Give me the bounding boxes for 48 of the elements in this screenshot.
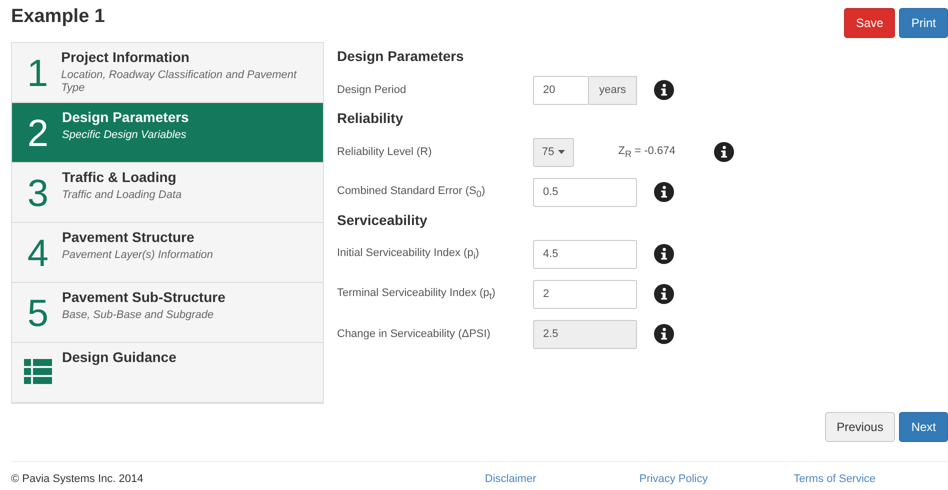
field-label: Terminal Serviceability Index (p$_{t}$) (337, 286, 496, 302)
footer-link[interactable]: Disclaimer (484, 473, 640, 485)
input-field[interactable]: 0.5 (533, 178, 637, 206)
info-icon[interactable] (654, 244, 674, 264)
field-label: Reliability Level (R) (337, 146, 433, 158)
print-button[interactable]: Print (899, 8, 948, 38)
field-label: Combined Standard Error (S$_{0}$) (337, 184, 486, 200)
z-value: Z$_{R}$ = -0.674 (618, 144, 676, 160)
step-subtitle: Location, Roadway Classification and Pavement Type (61, 69, 298, 95)
step-number: 1 (26, 55, 50, 97)
field-label: Change in Serviceability (ΔPSI) (337, 328, 492, 340)
step-title: Project Information (61, 49, 190, 65)
section-heading: Reliability (337, 110, 404, 126)
info-icon[interactable] (654, 324, 674, 344)
info-icon[interactable] (654, 80, 674, 100)
field-label: Design Period (337, 84, 408, 96)
step-subtitle: Base, Sub-Base and Subgrade (62, 309, 215, 322)
section-heading: Design Parameters (337, 48, 465, 64)
previous-button[interactable]: Previous (824, 412, 896, 442)
footer-link[interactable]: Privacy Policy (639, 473, 794, 485)
step-title: Pavement Sub-Structure (62, 289, 226, 305)
info-icon[interactable] (654, 182, 674, 202)
info-icon[interactable] (714, 142, 734, 162)
copyright-text: © Pavia Systems Inc. 2014 (11, 473, 144, 485)
page-title: Example 1 (11, 6, 105, 28)
step-title: Traffic & Loading (62, 169, 178, 185)
section-heading: Serviceability (337, 212, 428, 228)
save-button[interactable]: Save (844, 8, 896, 38)
field-label: Initial Serviceability Index (p$_{i}$) (337, 246, 480, 262)
step-number: 5 (26, 295, 50, 337)
step-title: Design Parameters (62, 109, 189, 125)
step-subtitle: Traffic and Loading Data (62, 189, 182, 202)
step-item[interactable]: 2 Design Parameters Specific Design Variables (12, 103, 323, 163)
step-number: 3 (26, 175, 50, 217)
step-number: 2 (26, 115, 50, 157)
next-button[interactable]: Next (899, 412, 948, 442)
input-field[interactable]: 2 (533, 280, 637, 308)
caret-icon (558, 150, 566, 154)
step-subtitle: Specific Design Variables (62, 129, 188, 142)
step-number: 4 (26, 235, 50, 277)
info-icon[interactable] (654, 284, 674, 304)
reliability-select[interactable]: 75 (533, 138, 574, 166)
list-icon (24, 359, 52, 385)
step-subtitle: Pavement Layer(s) Information (62, 249, 214, 262)
step-title: Pavement Structure (62, 229, 196, 245)
step-title: Design Guidance (62, 349, 176, 365)
footer-link[interactable]: Terms of Service (794, 473, 948, 485)
input-field[interactable]: 4.5 (533, 240, 637, 268)
